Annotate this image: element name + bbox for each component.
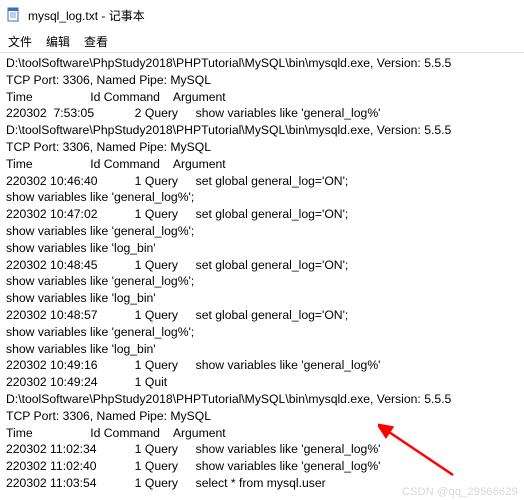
text-editor-area[interactable]: D:\toolSoftware\PhpStudy2018\PHPTutorial…: [0, 53, 524, 492]
menu-view[interactable]: 查看: [84, 33, 108, 50]
menu-bar: 文件 编辑 查看: [0, 30, 524, 52]
menu-edit[interactable]: 编辑: [46, 33, 70, 50]
notepad-icon: [6, 7, 22, 23]
window-titlebar: mysql_log.txt - 记事本: [0, 0, 524, 30]
menu-file[interactable]: 文件: [8, 33, 32, 50]
watermark-text: CSDN @qq_29566629: [402, 486, 518, 498]
window-title: mysql_log.txt - 记事本: [28, 7, 145, 24]
